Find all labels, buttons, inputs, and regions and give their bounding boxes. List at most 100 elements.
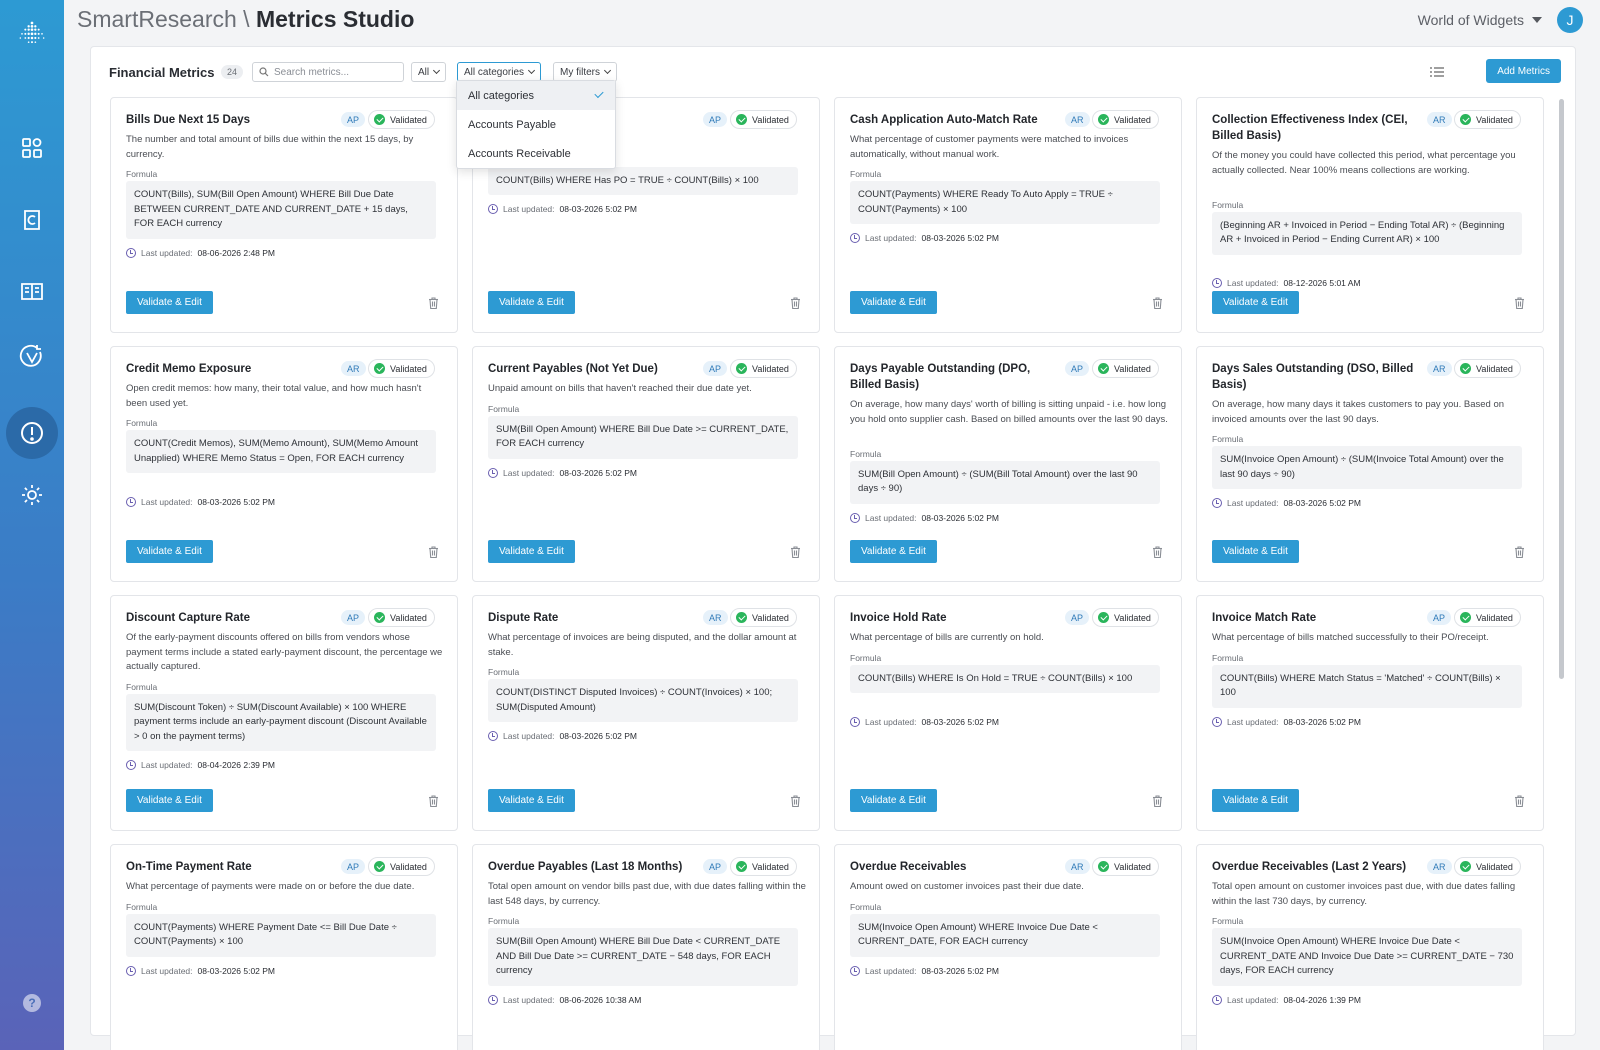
clock-icon — [850, 233, 860, 243]
validate-edit-button[interactable]: Validate & Edit — [488, 291, 575, 314]
trash-icon[interactable] — [1152, 795, 1163, 807]
last-updated-value: 08-03-2026 5:02 PM — [921, 716, 1000, 727]
validated-label: Validated — [1476, 612, 1513, 623]
clock-icon — [126, 496, 136, 507]
add-metrics-button[interactable]: Add Metrics — [1486, 59, 1561, 83]
metric-card[interactable]: Invoice Match Rate AP Validated What percen… — [1196, 595, 1544, 831]
validate-edit-button[interactable]: Validate & Edit — [850, 540, 937, 563]
validated-badge: Validated — [1092, 110, 1159, 129]
formula-label: Formula — [488, 667, 520, 677]
metric-title: Cash Application Auto-Match Rate — [850, 114, 1038, 126]
validated-label: Validated — [390, 612, 427, 623]
settings-gear-icon[interactable] — [17, 480, 47, 510]
validate-edit-button[interactable]: Validate & Edit — [126, 291, 213, 314]
validate-edit-button[interactable]: Validate & Edit — [488, 540, 575, 563]
trash-icon[interactable] — [1514, 297, 1525, 309]
connector-icon[interactable] — [17, 205, 47, 235]
last-updated: Last updated: 08-03-2026 5:02 PM — [1212, 498, 1361, 508]
clock-icon — [850, 512, 860, 523]
last-updated-value: 08-03-2026 5:02 PM — [197, 965, 276, 976]
validated-badge: Validated — [1454, 359, 1521, 378]
metric-description: What percentage of bills are currently o… — [850, 632, 1044, 643]
metric-card[interactable]: Bills Due Next 15 Days AP Validated The num… — [110, 97, 458, 333]
metric-card[interactable]: On-Time Payment Rate AP Validated What perc… — [110, 844, 458, 1050]
validate-edit-button[interactable]: Validate & Edit — [1212, 291, 1299, 314]
metric-card[interactable]: Invoice Hold Rate AP Validated What percent… — [834, 595, 1182, 831]
metric-card[interactable]: Discount Capture Rate AP Validated Of the e… — [110, 595, 458, 831]
workspace-selector[interactable]: World of Widgets — [1418, 12, 1542, 28]
last-updated: Last updated: 08-12-2026 5:01 AM — [1212, 278, 1361, 288]
category-tag: AR — [1065, 112, 1090, 127]
chevron-down-icon — [433, 66, 441, 75]
dashboard-icon[interactable] — [17, 133, 47, 163]
formula-label: Formula — [126, 901, 158, 912]
help-icon[interactable]: ? — [17, 988, 47, 1018]
library-icon[interactable] — [17, 276, 47, 306]
check-circle-icon — [1098, 612, 1109, 623]
category-filter-dropdown[interactable]: All categories — [457, 62, 542, 82]
formula-box: SUM(Bill Open Amount) ÷ (SUM(Bill Total … — [850, 460, 1160, 504]
metric-card[interactable]: Overdue Receivables AR Validated Amount owe… — [834, 844, 1182, 1050]
my-filters-dropdown[interactable]: My filters — [553, 62, 617, 82]
category-option-accounts-receivable[interactable]: Accounts Receivable — [457, 139, 615, 168]
list-view-icon[interactable] — [1429, 64, 1445, 80]
validate-edit-button[interactable]: Validate & Edit — [1212, 789, 1299, 812]
metric-card[interactable]: Overdue Payables (Last 18 Months) AP Valid… — [472, 844, 820, 1050]
trash-icon[interactable] — [428, 297, 439, 309]
trash-icon[interactable] — [428, 546, 439, 558]
last-updated-label: Last updated: — [1227, 498, 1279, 508]
trash-icon[interactable] — [790, 546, 801, 558]
formula-box: SUM(Invoice Open Amount) ÷ (SUM(Invoice … — [1212, 446, 1522, 489]
trash-icon[interactable] — [790, 795, 801, 807]
brand-logo-icon[interactable] — [17, 18, 47, 48]
last-updated-value: 08-03-2026 5:02 PM — [1283, 498, 1362, 508]
svg-text:?: ? — [28, 996, 35, 1010]
metric-card[interactable]: Current Payables (Not Yet Due) AP Validate… — [472, 346, 820, 582]
metric-card[interactable]: Credit Memo Exposure AR Validated Open cred… — [110, 346, 458, 582]
clock-icon — [126, 760, 136, 770]
last-updated-value: 08-06-2026 10:38 AM — [559, 994, 642, 1005]
user-avatar[interactable]: J — [1557, 7, 1583, 33]
metric-card[interactable]: Collection Effectiveness Index (CEI, Bil… — [1196, 97, 1544, 333]
search-input[interactable] — [274, 66, 394, 78]
formula-label: Formula — [1212, 916, 1244, 926]
validate-edit-button[interactable]: Validate & Edit — [126, 789, 213, 812]
clock-icon — [850, 716, 860, 727]
validated-badge: Validated — [1454, 857, 1521, 876]
trash-icon[interactable] — [1152, 546, 1163, 558]
validated-label: Validated — [752, 861, 789, 872]
validated-label: Validated — [390, 861, 427, 872]
metric-description: Total open amount on customer invoices p… — [1212, 881, 1516, 907]
status-filter-dropdown[interactable]: All — [411, 62, 447, 82]
search-box[interactable] — [252, 62, 404, 82]
last-updated-label: Last updated: — [141, 496, 193, 507]
search-icon — [259, 67, 269, 77]
validated-badge: Validated — [730, 359, 797, 378]
validate-edit-button[interactable]: Validate & Edit — [850, 291, 937, 314]
category-option-all[interactable]: All categories — [457, 81, 615, 110]
validate-edit-button[interactable]: Validate & Edit — [1212, 540, 1299, 563]
metric-card[interactable]: Overdue Receivables (Last 2 Years) AR Vali… — [1196, 844, 1544, 1050]
trash-icon[interactable] — [1514, 546, 1525, 558]
metric-card[interactable]: Days Sales Outstanding (DSO, Billed Basi… — [1196, 346, 1544, 582]
validated-badge: Validated — [1092, 608, 1159, 627]
validate-edit-button[interactable]: Validate & Edit — [488, 789, 575, 812]
metric-card[interactable]: Cash Application Auto-Match Rate AR Valida… — [834, 97, 1182, 333]
category-tag: AP — [1065, 610, 1090, 625]
trash-icon[interactable] — [1152, 297, 1163, 309]
scrollbar-thumb[interactable] — [1559, 99, 1564, 679]
validated-label: Validated — [1114, 861, 1151, 872]
validation-icon[interactable] — [17, 342, 47, 372]
validated-label: Validated — [752, 363, 789, 374]
validated-badge: Validated — [368, 110, 435, 129]
category-option-accounts-payable[interactable]: Accounts Payable — [457, 110, 615, 139]
validate-edit-button[interactable]: Validate & Edit — [126, 540, 213, 563]
trash-icon[interactable] — [790, 297, 801, 309]
metric-card[interactable]: Days Payable Outstanding (DPO, Billed Ba… — [834, 346, 1182, 582]
metrics-alert-icon[interactable] — [17, 418, 47, 448]
metric-description: On average, how many days' worth of bill… — [850, 399, 1168, 425]
metric-card[interactable]: Dispute Rate AR Validated What percentage o… — [472, 595, 820, 831]
trash-icon[interactable] — [428, 795, 439, 807]
validate-edit-button[interactable]: Validate & Edit — [850, 789, 937, 812]
trash-icon[interactable] — [1514, 795, 1525, 807]
